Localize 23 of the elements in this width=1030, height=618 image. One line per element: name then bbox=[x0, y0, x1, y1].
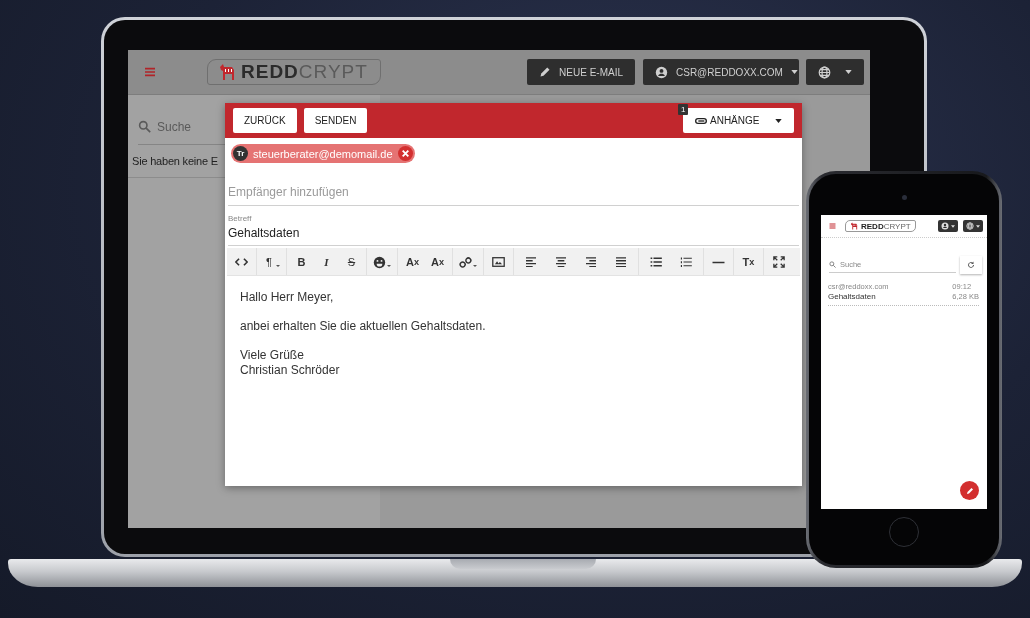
send-button[interactable]: SENDEN bbox=[303, 108, 368, 133]
new-mail-button[interactable]: NEUE E-MAIL bbox=[527, 59, 635, 85]
strike-button[interactable]: S bbox=[339, 248, 364, 276]
subject-label: Betreff bbox=[228, 214, 253, 223]
body-text: Hallo Herr Meyer, bbox=[240, 290, 335, 305]
paragraph-button[interactable]: ¶ bbox=[259, 248, 284, 276]
account-button[interactable]: CSR@REDDOXX.COM bbox=[643, 59, 799, 85]
logo-text: REDDCRYPT bbox=[861, 221, 911, 231]
mail-subject: Gehaltsdaten bbox=[828, 292, 877, 301]
recipient-chip[interactable]: Tr steuerberater@demomail.de bbox=[231, 144, 415, 163]
count-badge: 1 bbox=[678, 104, 689, 115]
subject-field[interactable]: Gehaltsdaten bbox=[228, 226, 799, 240]
bold-button[interactable]: B bbox=[289, 248, 314, 276]
body-text: Christian Schröder bbox=[240, 363, 341, 378]
italic-button[interactable]: I bbox=[314, 248, 339, 276]
back-button[interactable]: ZURÜCK bbox=[233, 108, 297, 133]
body-text: Viele Grüße bbox=[240, 348, 305, 363]
message-body[interactable]: Hallo Herr Meyer, anbei erhalten Sie die aktuellen Gehaltsdaten. Viele Grüße Christian Schröder bbox=[225, 276, 802, 406]
recipient-address: steuerberater@demomail.de bbox=[252, 147, 394, 160]
search-field[interactable]: Suche bbox=[157, 119, 197, 134]
avatar-initials: Tr bbox=[233, 146, 248, 161]
body-text: anbei erhalten Sie die aktuellen Gehaltsdaten. bbox=[240, 319, 487, 334]
empty-message: Sie haben keine E bbox=[132, 155, 218, 167]
